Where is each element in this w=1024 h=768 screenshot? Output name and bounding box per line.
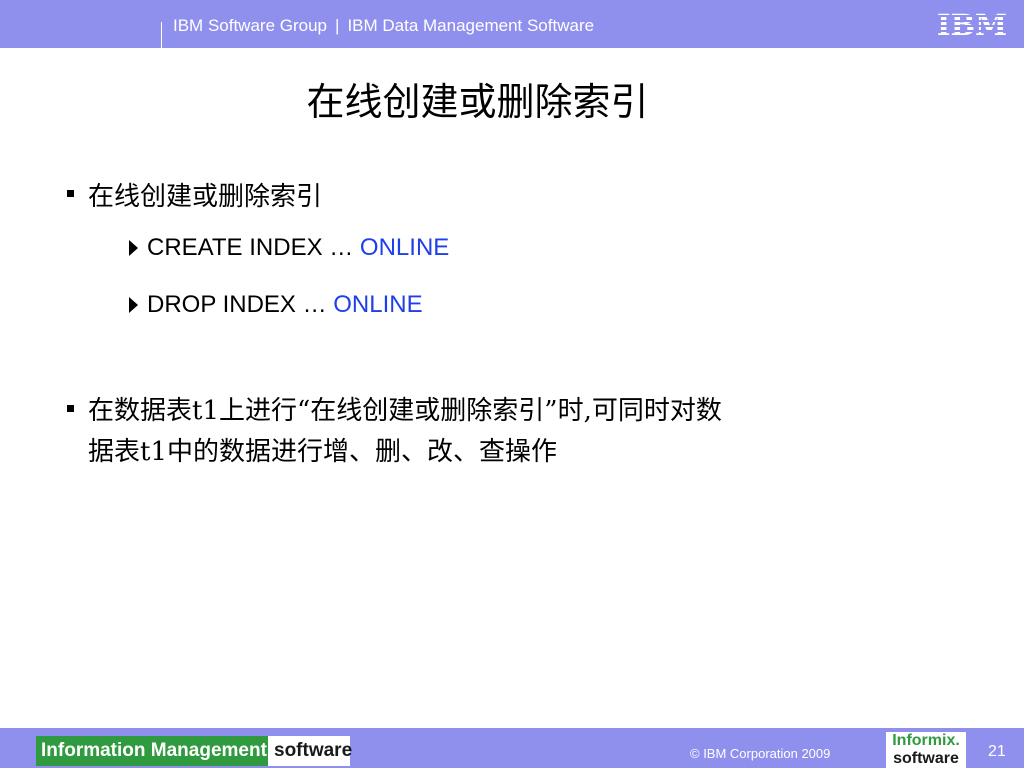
- bullet-1-text: 在线创建或删除索引: [88, 182, 323, 212]
- informix-logo: Informix. software: [886, 732, 966, 768]
- bullet-2-line-1: 在数据表t1上进行“在线创建或删除索引”时,可同时对数: [88, 396, 722, 426]
- square-bullet-icon: [66, 189, 78, 201]
- sub-item-drop: DROP INDEX … ONLINE: [147, 289, 423, 321]
- information-management-logo: Information Management software: [36, 736, 353, 766]
- header-bar: IBM Software Group | IBM Data Management S…: [0, 0, 1024, 48]
- sub-item-create: CREATE INDEX … ONLINE: [147, 232, 449, 264]
- informix-logo-bottom: software: [893, 750, 959, 767]
- ibm-logo-icon: IBM: [934, 9, 1010, 41]
- im-logo-main: Information Management: [36, 736, 268, 766]
- bullet-2-line-2: 据表t1中的数据进行增、删、改、查操作: [88, 437, 557, 467]
- slide-title: 在线创建或删除索引: [306, 80, 649, 124]
- sub-item-create-online: ONLINE: [359, 234, 450, 261]
- informix-logo-top: Informix.: [892, 732, 960, 749]
- header-group: IBM Software Group: [173, 16, 328, 35]
- header-division: IBM Data Management Software: [347, 16, 595, 35]
- triangle-arrow-icon: [129, 297, 138, 313]
- sub-item-drop-prefix: DROP INDEX …: [147, 291, 334, 318]
- sub-item-drop-online: ONLINE: [333, 291, 423, 318]
- footer-bar: Information Management software © IBM Co…: [0, 728, 1024, 768]
- copyright-text: © IBM Corporation 2009: [690, 746, 831, 761]
- header-separator: |: [335, 16, 340, 35]
- square-bullet-icon: [66, 404, 78, 416]
- sub-item-create-prefix: CREATE INDEX …: [147, 234, 360, 261]
- im-logo-sub: software: [274, 740, 353, 761]
- page-number: 21: [988, 743, 1006, 760]
- header-divider: [161, 22, 162, 48]
- triangle-arrow-icon: [129, 240, 138, 256]
- header-text: IBM Software Group | IBM Data Management S…: [173, 16, 594, 36]
